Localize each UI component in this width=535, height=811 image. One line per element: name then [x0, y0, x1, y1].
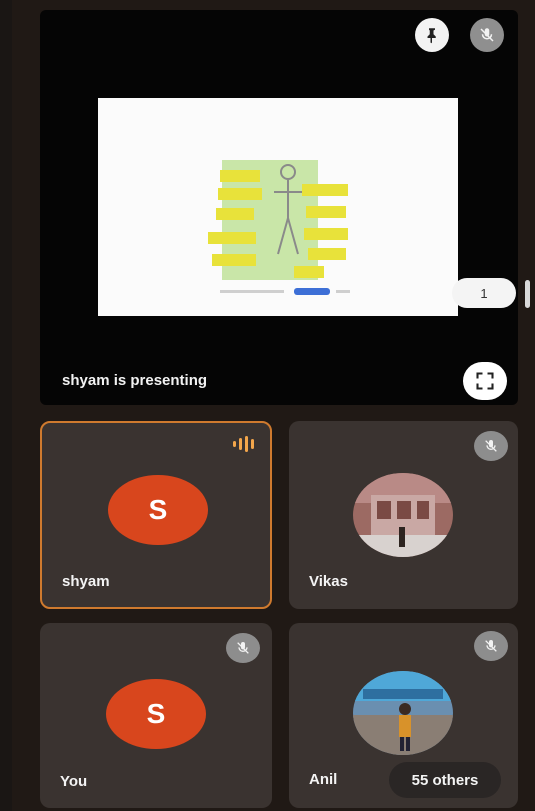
avatar-initial: S — [146, 698, 166, 729]
avatar: S — [108, 475, 208, 545]
mic-off-icon — [480, 28, 494, 42]
participant-name: Anil — [309, 771, 338, 788]
participant-name: You — [60, 773, 88, 790]
page-indicator-label: 1 — [480, 285, 488, 301]
pin-icon — [427, 28, 436, 44]
participant-name: shyam — [62, 573, 110, 590]
pin-button[interactable] — [415, 18, 449, 52]
participant-tile-vikas[interactable]: Vikas — [289, 421, 518, 609]
avatar — [353, 473, 453, 557]
participant-tile-shyam[interactable]: S shyam — [40, 421, 272, 609]
mic-off-icon — [237, 642, 249, 654]
mic-off-indicator — [474, 631, 508, 661]
profile-photo — [353, 671, 453, 755]
avatar-initial: S — [148, 494, 168, 525]
mic-off-indicator — [226, 633, 260, 663]
mic-off-icon — [485, 640, 497, 652]
fullscreen-button[interactable] — [463, 362, 507, 400]
slide-diagram — [208, 160, 350, 295]
presenter-mic-off-button[interactable] — [470, 18, 504, 52]
page-indicator[interactable]: 1 — [452, 278, 516, 308]
mic-off-icon — [485, 440, 497, 452]
scrollbar[interactable] — [525, 280, 530, 308]
speaking-indicator-icon — [230, 435, 256, 453]
presenting-label: shyam is presenting — [62, 372, 208, 389]
avatar: S — [106, 679, 206, 749]
others-count-label: 55 others — [411, 771, 479, 789]
participant-tile-you[interactable]: S You — [40, 623, 272, 808]
others-count-button[interactable]: 55 others — [389, 762, 501, 798]
participant-name: Vikas — [309, 573, 348, 590]
fullscreen-icon — [476, 372, 494, 390]
shared-slide — [98, 98, 458, 316]
avatar — [353, 671, 453, 755]
profile-photo — [353, 473, 453, 557]
mic-off-indicator — [474, 431, 508, 461]
